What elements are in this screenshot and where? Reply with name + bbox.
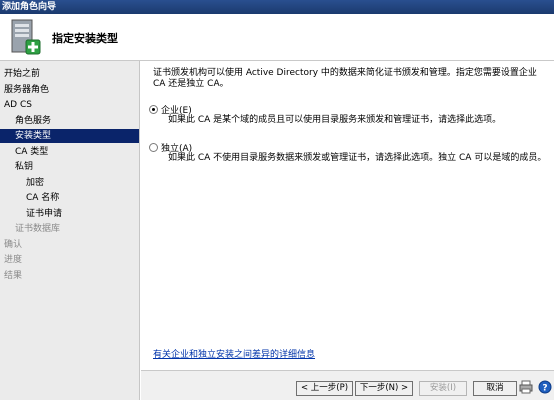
wizard-step-list: 开始之前服务器角色 AD CS 角色服务 安装类型 CA 类型 私钥加密 CA 名称证书申请… xyxy=(0,61,140,400)
tray-icons: ? xyxy=(517,380,552,396)
sidebar-item-6[interactable]: 私钥 xyxy=(0,160,139,174)
sidebar-item-10[interactable]: 证书数据库 xyxy=(0,222,139,236)
standalone-description: 如果此 CA 不使用目录服务数据来颁发或管理证书，请选择此选项。独立 CA 可以… xyxy=(168,153,547,163)
help-icon[interactable]: ? xyxy=(538,380,552,394)
svg-text:?: ? xyxy=(542,384,547,394)
standalone-radio[interactable] xyxy=(149,143,158,152)
install-type-help-link[interactable]: 有关企业和独立安装之间差异的详细信息 xyxy=(153,347,315,360)
sidebar-item-4[interactable]: 安装类型 xyxy=(0,129,139,143)
window-title-bar: 添加角色向导 xyxy=(0,0,554,14)
enterprise-radio[interactable] xyxy=(149,105,158,114)
window-title: 添加角色向导 xyxy=(2,2,57,12)
sidebar-item-7[interactable]: 加密 xyxy=(0,176,139,190)
printer-icon[interactable] xyxy=(519,380,533,394)
sidebar-item-9[interactable]: 证书申请 xyxy=(0,207,139,221)
wizard-header: 指定安装类型 xyxy=(0,14,554,61)
sidebar-item-2[interactable]: AD CS xyxy=(0,98,139,112)
intro-text: 证书颁发机构可以使用 Active Directory 中的数据来简化证书颁发和… xyxy=(153,68,537,89)
sidebar-item-13[interactable]: 结果 xyxy=(0,269,139,283)
next-button[interactable]: 下一步(N) > xyxy=(355,381,413,396)
sidebar-item-11[interactable]: 确认 xyxy=(0,238,139,252)
sidebar-item-3[interactable]: 角色服务 xyxy=(0,114,139,128)
previous-button[interactable]: < 上一步(P) xyxy=(296,381,353,396)
wizard-content: 证书颁发机构可以使用 Active Directory 中的数据来简化证书颁发和… xyxy=(141,61,554,370)
wizard-footer: < 上一步(P) 下一步(N) > 安装(I) 取消 ? xyxy=(141,370,554,400)
server-add-icon xyxy=(11,19,41,55)
sidebar-item-5[interactable]: CA 类型 xyxy=(0,145,139,159)
cancel-button[interactable]: 取消 xyxy=(473,381,517,396)
page-title: 指定安装类型 xyxy=(52,32,118,45)
sidebar-item-1[interactable]: 服务器角色 xyxy=(0,83,139,97)
install-button[interactable]: 安装(I) xyxy=(419,381,467,396)
sidebar-item-12[interactable]: 进度 xyxy=(0,253,139,267)
sidebar-item-8[interactable]: CA 名称 xyxy=(0,191,139,205)
enterprise-description: 如果此 CA 是某个域的成员且可以使用目录服务来颁发和管理证书，请选择此选项。 xyxy=(168,115,502,125)
sidebar-item-0[interactable]: 开始之前 xyxy=(0,67,139,81)
